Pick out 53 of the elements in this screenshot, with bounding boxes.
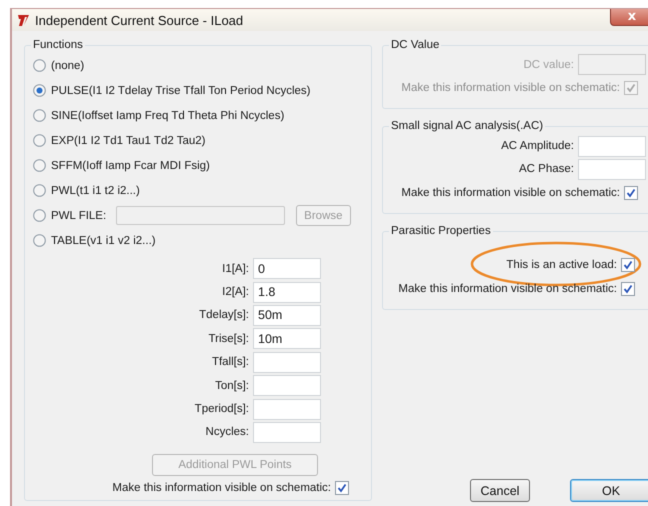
field-label: Trise[s]:	[208, 332, 250, 345]
window-title: Independent Current Source - ILoad	[35, 12, 244, 28]
radio-label: SFFM(Ioff Iamp Fcar MDI Fsig)	[51, 160, 210, 172]
checkbox[interactable]	[621, 282, 635, 296]
checkbox-label: Make this information visible on schematic:	[112, 482, 331, 494]
input-field[interactable]	[253, 352, 321, 373]
field-label: Tfall[s]:	[210, 356, 250, 368]
field-label: Ton[s]:	[214, 380, 250, 392]
group-title: Functions	[33, 39, 83, 51]
cancel-button[interactable]: Cancel	[470, 479, 530, 502]
field-label: AC Phase:	[518, 163, 575, 176]
radio-label: PWL(t1 i1 t2 i2...)	[51, 184, 140, 196]
group-title: Parasitic Properties	[391, 225, 491, 238]
checkbox-label: Make this information visible on schematic:	[401, 82, 620, 94]
radio-button[interactable]	[33, 184, 46, 197]
input-field[interactable]	[253, 398, 321, 420]
checkbox-label: This is an active load:	[506, 259, 617, 272]
radio-label: EXP(I1 I2 Td1 Tau1 Td2 Tau2)	[51, 134, 206, 146]
input-field[interactable]: 1.8	[253, 282, 321, 303]
radio-label: TABLE(v1 i1 v2 i2...)	[51, 234, 156, 246]
input-field[interactable]: 10m	[253, 328, 321, 350]
input-field[interactable]	[578, 136, 646, 157]
radio-button[interactable]	[33, 134, 46, 147]
input-field[interactable]: 0	[253, 258, 321, 280]
radio-button[interactable]	[33, 159, 46, 172]
checkbox-label: Make this information visible on schematic:	[401, 187, 620, 200]
checkbox-label: Make this information visible on schematic:	[398, 283, 617, 296]
input-field[interactable]	[253, 375, 321, 396]
field-label: Tdelay[s]:	[198, 309, 250, 322]
radio-button[interactable]	[33, 109, 46, 122]
radio-button[interactable]	[33, 84, 46, 97]
field-label: Ncycles:	[204, 426, 250, 438]
field-label: AC Amplitude:	[500, 140, 575, 152]
field-label: I2[A]:	[221, 286, 250, 298]
radio-button[interactable]	[33, 234, 46, 247]
field-label: DC value:	[522, 58, 575, 71]
input-field[interactable]	[578, 158, 646, 180]
input-field[interactable]	[253, 422, 321, 443]
radio-button[interactable]	[33, 59, 46, 72]
checkbox[interactable]	[624, 186, 638, 200]
group-title: Small signal AC analysis(.AC)	[391, 120, 544, 132]
input-field[interactable]: 50m	[253, 304, 321, 326]
checkbox[interactable]	[621, 258, 635, 272]
ok-button[interactable]: OK	[570, 479, 648, 502]
logo-icon	[16, 14, 30, 26]
radio-label: (none)	[51, 60, 84, 72]
radio-label: PWL FILE:	[51, 210, 106, 222]
checkbox[interactable]	[335, 481, 349, 496]
group-title: DC Value	[391, 39, 440, 51]
field-label: Tperiod[s]:	[194, 403, 250, 416]
radio-label: SINE(Ioffset Iamp Freq Td Theta Phi Ncycles)	[51, 110, 284, 122]
radio-label: PULSE(I1 I2 Tdelay Trise Tfall Ton Period Ncycles)	[51, 84, 310, 96]
field-label: I1[A]:	[221, 262, 250, 275]
